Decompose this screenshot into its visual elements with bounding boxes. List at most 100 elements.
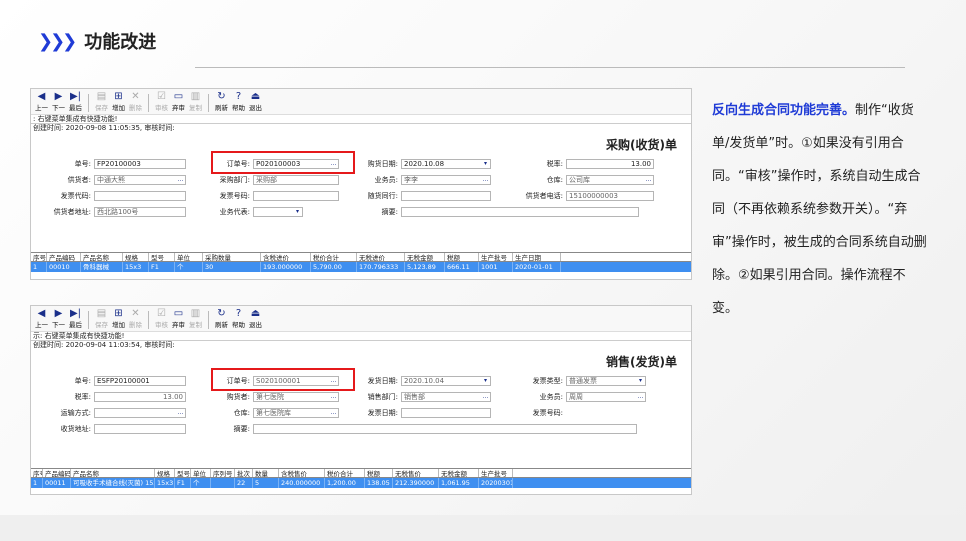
sales-delivery-window: ◀ 上一 ▶ 下一 ▶| 最后 ▤ 保存 ⊞ 增加 ✕ 删除 ☑ 审核 ▭ 弃审 ▥ 复制 ↻ 刷新? 帮助 ⏏ 退出 示:… bbox=[30, 305, 692, 495]
supplier-field[interactable]: 中通大熊… bbox=[94, 175, 186, 185]
toolbar-button[interactable]: ? 帮助 bbox=[230, 91, 247, 112]
table-row[interactable]: 1 00010 骨科器械 15x3 F1 个 30 193.000000 5,790.00 170… bbox=[31, 262, 691, 272]
invoice-code-field[interactable] bbox=[94, 191, 186, 201]
toolbar-button[interactable]: ✕ 删除 bbox=[127, 308, 144, 329]
ellipsis-icon[interactable]: … bbox=[481, 393, 490, 401]
supplier-address-field[interactable]: 西北路100号 bbox=[94, 207, 186, 217]
toolbar-button[interactable]: ▭ 弃审 bbox=[170, 308, 187, 329]
dept-field[interactable]: 采购部 bbox=[253, 175, 339, 185]
toolbar-button[interactable]: ◀ 上一 bbox=[33, 308, 50, 329]
column-header[interactable]: 税额 bbox=[365, 469, 393, 477]
warehouse-field[interactable]: 公司库… bbox=[566, 175, 654, 185]
delivery-address-field[interactable] bbox=[94, 424, 186, 434]
order-number-field[interactable]: ESFP20100001 bbox=[94, 376, 186, 386]
chevron-down-icon[interactable]: ▾ bbox=[481, 377, 490, 385]
column-header[interactable]: 产品名称 bbox=[81, 253, 123, 261]
toolbar-button[interactable]: ☑ 审核 bbox=[153, 308, 170, 329]
column-header[interactable]: 产品编码 bbox=[47, 253, 81, 261]
column-header[interactable]: 采购数量 bbox=[203, 253, 261, 261]
warehouse-field[interactable]: 第七医院库… bbox=[253, 408, 339, 418]
column-header[interactable]: 税价合计 bbox=[325, 469, 365, 477]
column-header[interactable]: 型号 bbox=[149, 253, 175, 261]
column-header[interactable]: 含税售价 bbox=[279, 469, 325, 477]
table-row[interactable]: 1 00011 可吸收手术缝合线(灭菌) 15x3 15x3 F1 个 22 5 240.000… bbox=[31, 478, 691, 488]
toolbar-button[interactable]: ▶| 最后 bbox=[67, 91, 84, 112]
toolbar-icon: ▶ bbox=[54, 91, 63, 102]
sales-dept-field[interactable]: 销售部… bbox=[401, 392, 491, 402]
salesman-field[interactable]: 李李… bbox=[401, 175, 491, 185]
ellipsis-icon[interactable]: … bbox=[176, 409, 185, 417]
ellipsis-icon[interactable]: … bbox=[329, 393, 338, 401]
toolbar-button[interactable]: ? 帮助 bbox=[230, 308, 247, 329]
toolbar-button[interactable]: ⊞ 增加 bbox=[110, 91, 127, 112]
ship-date-field[interactable]: 2020.10.04 ▾ bbox=[401, 376, 491, 386]
toolbar-button[interactable]: ↻ 刷新 bbox=[213, 91, 230, 112]
toolbar-label: 上一 bbox=[35, 321, 48, 329]
purchase-date-field[interactable]: 2020.10.08 ▾ bbox=[401, 159, 491, 169]
column-header[interactable]: 数量 bbox=[253, 469, 279, 477]
memo-field[interactable] bbox=[401, 207, 639, 217]
column-header[interactable]: 序号 bbox=[31, 469, 43, 477]
toolbar-button[interactable]: ▶| 最后 bbox=[67, 308, 84, 329]
salesman-field[interactable]: 周周… bbox=[566, 392, 646, 402]
column-header[interactable]: 规格 bbox=[123, 253, 149, 261]
order-number-field[interactable]: FP20100003 bbox=[94, 159, 186, 169]
column-header[interactable]: 无税售价 bbox=[393, 469, 439, 477]
chevron-down-icon[interactable]: ▾ bbox=[293, 208, 302, 216]
toolbar-button[interactable]: ▤ 保存 bbox=[93, 91, 110, 112]
accompany-field[interactable] bbox=[401, 191, 491, 201]
chevron-down-icon[interactable]: ▾ bbox=[481, 160, 490, 168]
column-header[interactable]: 批次 bbox=[235, 469, 253, 477]
shipping-method-field[interactable]: … bbox=[94, 408, 186, 418]
tax-rate-field[interactable]: 13.00 bbox=[94, 392, 186, 402]
column-header[interactable]: 序列号 bbox=[211, 469, 235, 477]
column-header[interactable]: 规格 bbox=[155, 469, 175, 477]
invoice-date-field[interactable] bbox=[401, 408, 491, 418]
column-header[interactable]: 生产批号 bbox=[479, 253, 513, 261]
toolbar-button[interactable]: ✕ 删除 bbox=[127, 91, 144, 112]
toolbar-button[interactable]: ⏏ 退出 bbox=[247, 308, 264, 329]
toolbar-button[interactable]: ▭ 弃审 bbox=[170, 91, 187, 112]
ellipsis-icon[interactable]: … bbox=[176, 176, 185, 184]
footer-band bbox=[0, 515, 966, 541]
toolbar-button[interactable]: ↻ 刷新 bbox=[213, 308, 230, 329]
toolbar-button[interactable]: ◀ 上一 bbox=[33, 91, 50, 112]
toolbar-button[interactable]: ▥ 复制 bbox=[187, 91, 204, 112]
column-header[interactable]: 产品名称 bbox=[71, 469, 155, 477]
ellipsis-icon[interactable]: … bbox=[329, 409, 338, 417]
tax-rate-field[interactable]: 13.00 bbox=[566, 159, 654, 169]
column-header[interactable]: 税价合计 bbox=[311, 253, 357, 261]
rep-select[interactable]: ▾ bbox=[253, 207, 303, 217]
column-header[interactable]: 产品编码 bbox=[43, 469, 71, 477]
column-header[interactable]: 无税金额 bbox=[439, 469, 479, 477]
toolbar-button[interactable]: ▶ 下一 bbox=[50, 91, 67, 112]
ellipsis-icon[interactable]: … bbox=[481, 176, 490, 184]
column-header[interactable]: 型号 bbox=[175, 469, 191, 477]
toolbar-button[interactable]: ▥ 复制 bbox=[187, 308, 204, 329]
chevron-down-icon[interactable]: ▾ bbox=[636, 377, 645, 385]
invoice-number-field[interactable] bbox=[253, 191, 339, 201]
toolbar-button[interactable]: ▶ 下一 bbox=[50, 308, 67, 329]
column-header[interactable]: 含税进价 bbox=[261, 253, 311, 261]
column-header[interactable]: 生产批号 bbox=[479, 469, 513, 477]
toolbar-button[interactable]: ☑ 审核 bbox=[153, 91, 170, 112]
toolbar-icon: ✕ bbox=[131, 91, 140, 102]
column-header[interactable]: 无税金额 bbox=[405, 253, 445, 261]
column-header[interactable]: 税额 bbox=[445, 253, 479, 261]
toolbar-button[interactable]: ⏏ 退出 bbox=[247, 91, 264, 112]
buyer-field[interactable]: 第七医院… bbox=[253, 392, 339, 402]
memo-field[interactable] bbox=[253, 424, 637, 434]
supplier-phone-field[interactable]: 15100000003 bbox=[566, 191, 654, 201]
ellipsis-icon[interactable]: … bbox=[644, 176, 653, 184]
column-header[interactable]: 无税进价 bbox=[357, 253, 405, 261]
header-divider bbox=[195, 67, 905, 68]
ellipsis-icon[interactable]: … bbox=[636, 393, 645, 401]
column-header[interactable]: 序号 bbox=[31, 253, 47, 261]
toolbar-button[interactable]: ⊞ 增加 bbox=[110, 308, 127, 329]
column-header[interactable]: 单位 bbox=[175, 253, 203, 261]
toolbar-button[interactable]: ▤ 保存 bbox=[93, 308, 110, 329]
column-header[interactable]: 生产日期 bbox=[513, 253, 561, 261]
invoice-type-select[interactable]: 普通发票 ▾ bbox=[566, 376, 646, 386]
column-header[interactable]: 单位 bbox=[191, 469, 211, 477]
invoice-number-field[interactable] bbox=[566, 408, 646, 418]
